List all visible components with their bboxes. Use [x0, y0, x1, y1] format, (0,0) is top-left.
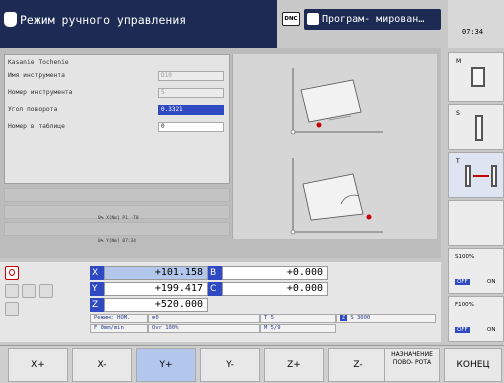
- feed-override-softkey[interactable]: F100% OFF ON: [448, 296, 504, 342]
- status-line-2: 0% Y[Nm] 07:34: [98, 239, 136, 244]
- axis-value-b: +0.000: [222, 266, 328, 280]
- tool-status: T 5: [260, 314, 336, 323]
- m-function-icon: [471, 67, 485, 87]
- softkey-end[interactable]: КОНЕЦ: [444, 348, 502, 382]
- softkey-y-plus[interactable]: Y+: [136, 348, 196, 382]
- axis-value-z: +520.000: [104, 298, 208, 312]
- probing-form: Kasanie Tochenie Имя инструмента D10 Ном…: [4, 54, 230, 184]
- program-mode-header: DNC Програм- мирован…: [277, 0, 448, 48]
- status-line-1: 0% X[Nm] P1 -T0: [98, 216, 139, 221]
- softkey-x-plus[interactable]: X+: [8, 348, 68, 382]
- axis-label-z: Z: [90, 298, 104, 312]
- scale-icon[interactable]: [5, 284, 19, 298]
- spindle-override-softkey[interactable]: S100% OFF ON: [448, 248, 504, 294]
- probing-diagram: [290, 68, 383, 235]
- offset-value: 0: [155, 315, 159, 321]
- spindle-value: S 3000: [350, 315, 371, 321]
- clock-area: 07:34: [448, 0, 504, 48]
- rotation-angle-field[interactable]: 0.3321: [158, 105, 224, 115]
- blank-icon[interactable]: [5, 302, 19, 316]
- program-icon: [307, 13, 319, 25]
- form-label-rotation-angle: Угол поворота: [8, 106, 58, 113]
- form-label-tool-number: Номер инструмента: [8, 89, 73, 96]
- form-label-tool-name: Имя инструмента: [8, 72, 65, 79]
- feed-on: ON: [487, 327, 496, 333]
- spindle-off: OFF: [455, 279, 470, 285]
- axis-label-b: B: [208, 266, 222, 280]
- softkey-z-minus[interactable]: Z-: [328, 348, 388, 382]
- programming-mode-tab[interactable]: Програм- мирован…: [304, 9, 441, 30]
- softkey-set-rotation[interactable]: НАЗНАЧЕНИЕ ПОВО- РОТА: [384, 348, 440, 382]
- blank-icon[interactable]: [39, 284, 53, 298]
- m-function-status: M 5/9: [260, 324, 336, 333]
- alarm-icon[interactable]: [5, 266, 19, 280]
- m-function-softkey[interactable]: M: [448, 52, 504, 102]
- override-status: Ovr 100%: [148, 324, 260, 333]
- tool-icon: [491, 165, 497, 187]
- axis-value-y: +199.417: [104, 282, 208, 296]
- spindle-override-label: S100%: [455, 254, 475, 260]
- tool-number-field[interactable]: 5: [158, 88, 224, 98]
- empty-row: [4, 222, 230, 236]
- s-function-softkey[interactable]: S: [448, 104, 504, 150]
- tool-arrow-icon: [473, 175, 489, 177]
- form-label-table-number: Номер в таблице: [8, 123, 65, 130]
- mode-status: Режим: НОМ.: [90, 314, 148, 323]
- manual-mode-hand-icon: [4, 12, 17, 27]
- axis-label-x: X: [90, 266, 104, 280]
- mode-title: Режим ручного управления: [20, 13, 187, 27]
- blank-icon[interactable]: [22, 284, 36, 298]
- offset-status: ⊕0: [148, 314, 260, 323]
- programming-mode-label: Програм- мирован…: [322, 14, 425, 25]
- spindle-z-badge: Z: [340, 315, 348, 321]
- feed-status: F 0mm/min: [90, 324, 148, 333]
- feed-override-label: F100%: [455, 302, 474, 308]
- t-letter: T: [456, 158, 460, 165]
- axis-value-x: +101.158: [104, 266, 208, 280]
- dnc-icon[interactable]: DNC: [282, 12, 300, 26]
- t-function-softkey[interactable]: T: [448, 152, 504, 198]
- feed-off: OFF: [455, 327, 470, 333]
- axis-label-y: Y: [90, 282, 104, 296]
- mode-header: Режим ручного управления: [0, 0, 277, 48]
- clock: 07:34: [462, 28, 484, 36]
- empty-row: [4, 188, 230, 202]
- softkey-x-minus[interactable]: X-: [72, 348, 132, 382]
- form-title: Kasanie Tochenie: [8, 59, 69, 66]
- help-graphic: [232, 54, 437, 239]
- axis-label-c: C: [208, 282, 222, 296]
- empty-softkey[interactable]: [448, 200, 504, 246]
- table-number-field[interactable]: 0: [158, 122, 224, 132]
- s-letter: S: [456, 110, 460, 117]
- spindle-status: Z S 3000: [336, 314, 436, 323]
- spindle-icon: [475, 115, 483, 141]
- softkey-y-minus[interactable]: Y-: [200, 348, 260, 382]
- axis-value-c: +0.000: [222, 282, 328, 296]
- tool-icon: [465, 165, 471, 187]
- spindle-on: ON: [487, 279, 496, 285]
- softkey-z-plus[interactable]: Z+: [264, 348, 324, 382]
- m-letter: M: [456, 58, 462, 65]
- tool-name-field[interactable]: D10: [158, 71, 224, 81]
